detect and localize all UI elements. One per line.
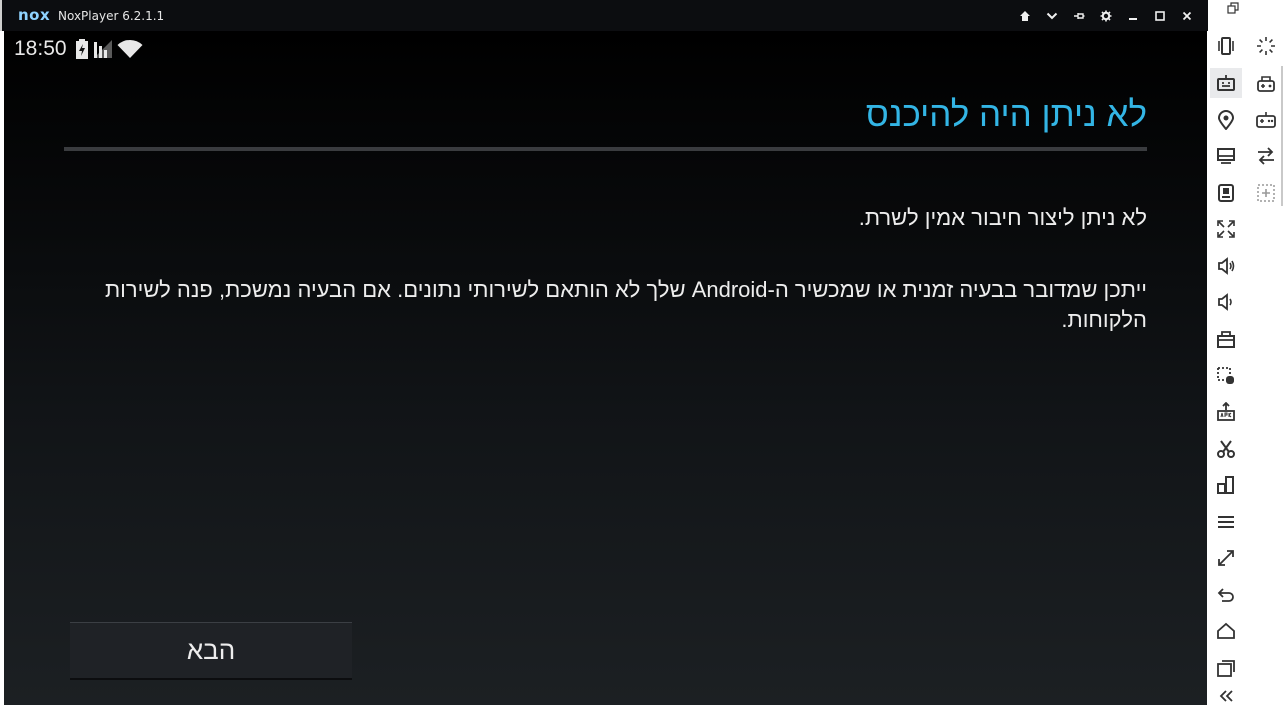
collapse-icon[interactable] bbox=[1210, 686, 1242, 705]
nox-player-window: nox NoxPlayer 6.2.1.1 18:50 לא ניתן היה … bbox=[0, 0, 1286, 705]
multi-instance-icon[interactable] bbox=[1210, 470, 1242, 500]
menu-icon[interactable] bbox=[1210, 507, 1242, 537]
home-icon[interactable] bbox=[1011, 4, 1038, 28]
android-screen: 18:50 לא ניתן היה להיכנס לא ניתן ליצור ח… bbox=[4, 31, 1207, 705]
gamepad-icon[interactable] bbox=[1250, 68, 1282, 98]
signal-icon bbox=[93, 39, 113, 63]
error-message: לא ניתן ליצור חיבור אמין לשרת. bbox=[858, 205, 1147, 230]
wifi-icon bbox=[117, 39, 143, 63]
controller-icon[interactable] bbox=[1250, 105, 1282, 135]
clock: 18:50 bbox=[14, 37, 67, 60]
battery-icon bbox=[75, 39, 89, 63]
loading-icon[interactable] bbox=[1250, 31, 1282, 61]
install-apk-icon[interactable] bbox=[1210, 178, 1242, 208]
toolbox-icon[interactable] bbox=[1210, 324, 1242, 354]
resize-icon[interactable] bbox=[1210, 543, 1242, 573]
scroll-edge bbox=[1281, 66, 1283, 206]
volume-down-icon[interactable] bbox=[1210, 287, 1242, 317]
apk-icon[interactable] bbox=[1210, 397, 1242, 427]
keyboard-icon[interactable] bbox=[1210, 68, 1242, 98]
pin-icon[interactable] bbox=[1065, 4, 1092, 28]
close-icon[interactable] bbox=[1173, 4, 1200, 28]
status-icons bbox=[75, 39, 143, 63]
title-divider bbox=[64, 147, 1147, 151]
back-icon[interactable] bbox=[1210, 580, 1242, 610]
fullscreen-icon[interactable] bbox=[1210, 214, 1242, 244]
error-details: ייתכן שמדובר בבעיה זמנית או שמכשיר ה-And… bbox=[104, 277, 1147, 332]
status-bar: 18:50 bbox=[4, 31, 1207, 65]
add-frame-icon[interactable] bbox=[1250, 178, 1282, 208]
swap-icon[interactable] bbox=[1250, 141, 1282, 171]
phone-shake-icon[interactable] bbox=[1210, 31, 1242, 61]
recent-apps-icon[interactable] bbox=[1210, 653, 1242, 683]
next-button[interactable]: הבא bbox=[70, 622, 352, 680]
screenshot-select-icon[interactable] bbox=[1210, 361, 1242, 391]
dialog-title: לא ניתן היה להיכנס bbox=[865, 95, 1147, 134]
minimize-icon[interactable] bbox=[1119, 4, 1146, 28]
window-title: NoxPlayer 6.2.1.1 bbox=[58, 9, 165, 23]
right-toolbar bbox=[1208, 0, 1244, 705]
nox-logo: nox bbox=[18, 6, 51, 24]
screen-icon[interactable] bbox=[1210, 141, 1242, 171]
chevron-down-icon[interactable] bbox=[1038, 4, 1065, 28]
window-controls bbox=[1011, 4, 1200, 28]
home-icon[interactable] bbox=[1210, 616, 1242, 646]
location-icon[interactable] bbox=[1210, 105, 1242, 135]
volume-up-icon[interactable] bbox=[1210, 251, 1242, 281]
scissors-icon[interactable] bbox=[1210, 434, 1242, 464]
restore-icon[interactable] bbox=[1226, 1, 1240, 15]
title-bar: nox NoxPlayer 6.2.1.1 bbox=[0, 0, 1208, 31]
secondary-toolbar bbox=[1244, 0, 1286, 705]
maximize-icon[interactable] bbox=[1146, 4, 1173, 28]
gear-icon[interactable] bbox=[1092, 4, 1119, 28]
